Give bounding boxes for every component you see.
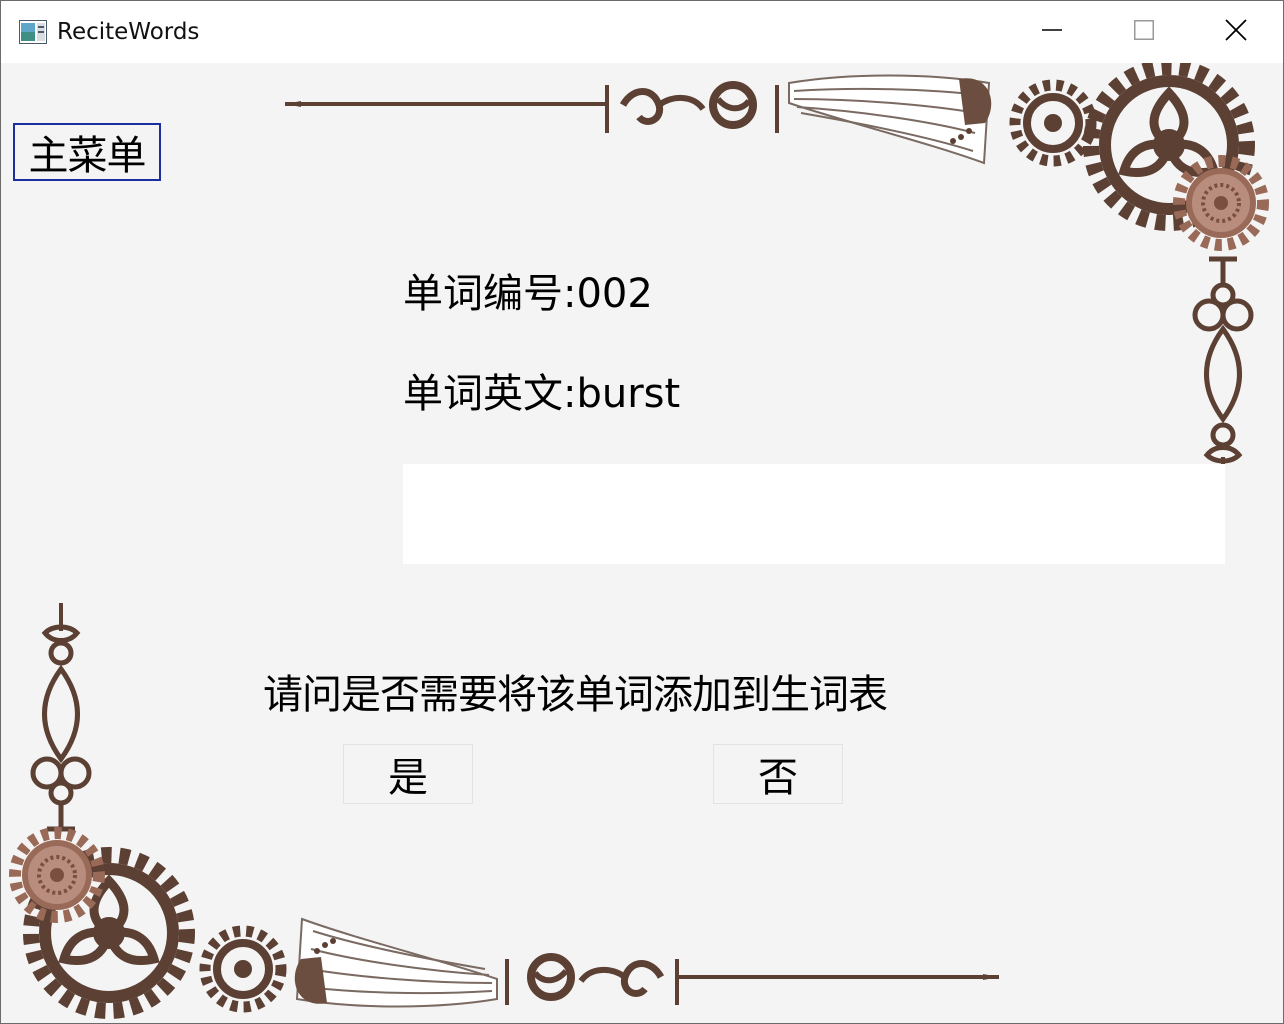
minimize-button[interactable] (1006, 1, 1098, 63)
title-bar[interactable]: ReciteWords (1, 1, 1283, 63)
app-window-icon (19, 20, 47, 44)
maximize-icon (1134, 20, 1154, 44)
yes-button[interactable]: 是 (343, 744, 473, 804)
close-icon (1225, 19, 1247, 45)
add-to-vocabulary-prompt: 请问是否需要将该单词添加到生词表 (263, 672, 888, 718)
maximize-button[interactable] (1098, 1, 1190, 63)
word-id-label: 单词编号:002 (403, 271, 653, 317)
no-button[interactable]: 否 (713, 744, 843, 804)
client-area: 主菜单 单词编号:002 单词英文:burst 请问是否需要将该单词添加到生词表… (1, 63, 1283, 1023)
word-english-label: 单词英文:burst (403, 371, 681, 417)
main-menu-button[interactable]: 主菜单 (13, 123, 161, 181)
window-title: ReciteWords (57, 19, 200, 45)
app-window: ReciteWords 主菜单 单词编号:002 单词英文:burst 请问是否… (0, 0, 1284, 1024)
meaning-input[interactable] (403, 464, 1225, 564)
close-button[interactable] (1190, 1, 1282, 63)
minimize-icon (1042, 20, 1062, 44)
